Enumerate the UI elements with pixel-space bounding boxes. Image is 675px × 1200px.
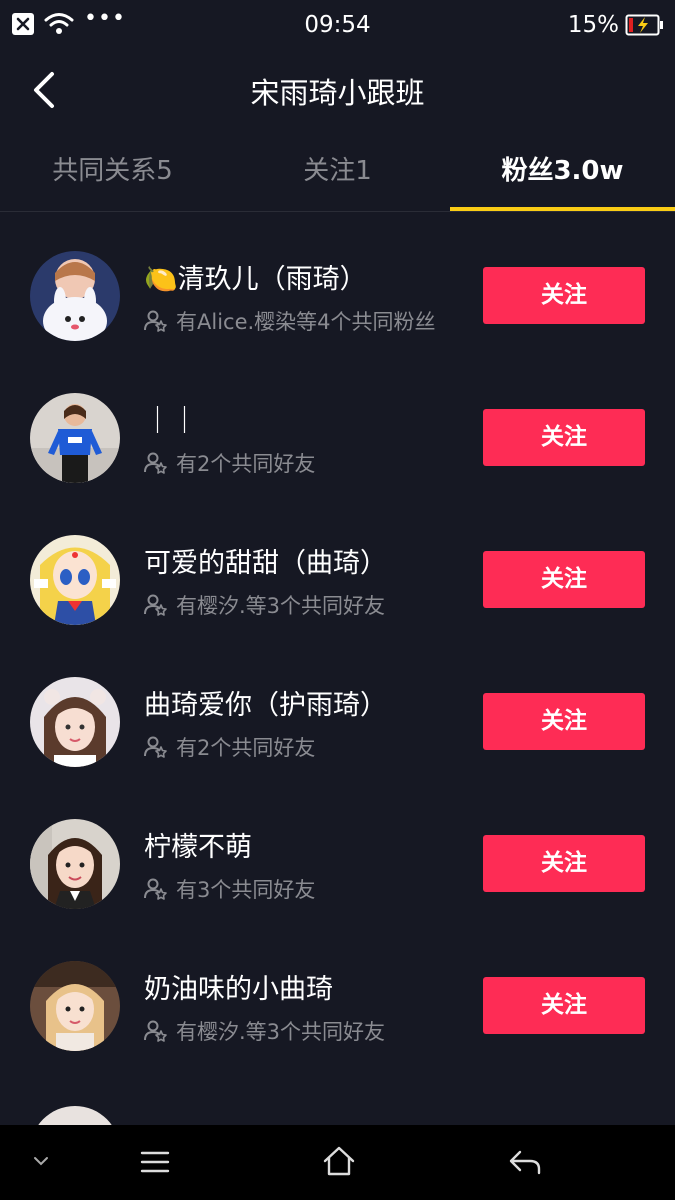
- follow-button[interactable]: 关注: [483, 267, 645, 324]
- mutual-text: 有3个共同好友: [176, 878, 316, 902]
- chevron-down-icon[interactable]: [32, 1155, 50, 1167]
- follow-button[interactable]: 关注: [483, 551, 645, 608]
- mutual-text: 有樱汐.等3个共同好友: [176, 594, 386, 618]
- people-icon: [144, 736, 167, 758]
- username: 奶油味的小曲琦: [144, 974, 333, 1005]
- people-icon: [144, 878, 167, 900]
- mutual-text: 有樱汐.等3个共同好友: [176, 1020, 386, 1044]
- list-item[interactable]: ｜｜ 有2个共同好友 关注: [0, 355, 675, 497]
- battery-charging-icon: [625, 14, 663, 36]
- username: 🍋清玖儿（雨琦）: [144, 264, 367, 295]
- list-item[interactable]: 柠檬不萌 有3个共同好友 关注: [0, 781, 675, 923]
- people-icon: [144, 310, 167, 332]
- avatar[interactable]: [30, 1106, 120, 1126]
- tab-following[interactable]: 关注1: [225, 130, 450, 212]
- system-navbar: [0, 1125, 675, 1200]
- username: 柠檬不萌: [144, 832, 252, 863]
- mutual-info: 有樱汐.等3个共同好友: [144, 1016, 385, 1046]
- follow-button[interactable]: 关注: [483, 835, 645, 892]
- tab-mutual[interactable]: 共同关系5: [0, 130, 225, 212]
- username: 可爱的甜甜（曲琦）: [144, 548, 387, 579]
- mutual-info: 有2个共同好友: [144, 448, 315, 478]
- avatar[interactable]: [30, 251, 120, 341]
- avatar[interactable]: [30, 961, 120, 1051]
- tab-bar: 共同关系5 关注1 粉丝3.0w: [0, 130, 675, 212]
- follow-button[interactable]: 关注: [483, 977, 645, 1034]
- follow-button[interactable]: 关注: [483, 409, 645, 466]
- avatar[interactable]: [30, 393, 120, 483]
- mutual-info: 有3个共同好友: [144, 874, 315, 904]
- list-item[interactable]: 🍋清玖儿（雨琦） 有Alice.樱染等4个共同粉丝 关注: [0, 213, 675, 355]
- people-icon: [144, 594, 167, 616]
- menu-icon[interactable]: [140, 1150, 170, 1174]
- mutual-text: 有2个共同好友: [176, 452, 316, 476]
- avatar[interactable]: [30, 819, 120, 909]
- list-item[interactable]: 曲琦爱你（护雨琦） 有2个共同好友 关注: [0, 639, 675, 781]
- header: 宋雨琦小跟班: [0, 50, 675, 130]
- people-icon: [144, 1020, 167, 1042]
- home-icon[interactable]: [322, 1145, 356, 1177]
- list-item[interactable]: 可爱的甜甜（曲琦） 有樱汐.等3个共同好友 关注: [0, 497, 675, 639]
- mutual-text: 有2个共同好友: [176, 736, 316, 760]
- mutual-info: 有Alice.樱染等4个共同粉丝: [144, 306, 436, 336]
- list-item[interactable]: 奶油味的小曲琦 有樱汐.等3个共同好友 关注: [0, 923, 675, 1065]
- mutual-text: 有Alice.樱染等4个共同粉丝: [176, 310, 436, 334]
- battery-percent: 15%: [567, 12, 619, 38]
- mutual-info: 有2个共同好友: [144, 732, 315, 762]
- username: 曲琦爱你（护雨琦）: [144, 690, 387, 721]
- avatar[interactable]: [30, 535, 120, 625]
- tab-followers[interactable]: 粉丝3.0w: [450, 130, 675, 212]
- avatar[interactable]: [30, 677, 120, 767]
- status-bar: ••• 09:54 15%: [0, 0, 675, 50]
- active-tab-indicator: [450, 207, 675, 211]
- username: ｜｜: [144, 406, 198, 437]
- page-title: 宋雨琦小跟班: [250, 76, 425, 110]
- back-arrow-icon[interactable]: [508, 1149, 542, 1175]
- people-icon: [144, 452, 167, 474]
- mutual-info: 有樱汐.等3个共同好友: [144, 590, 385, 620]
- follow-button[interactable]: 关注: [483, 693, 645, 750]
